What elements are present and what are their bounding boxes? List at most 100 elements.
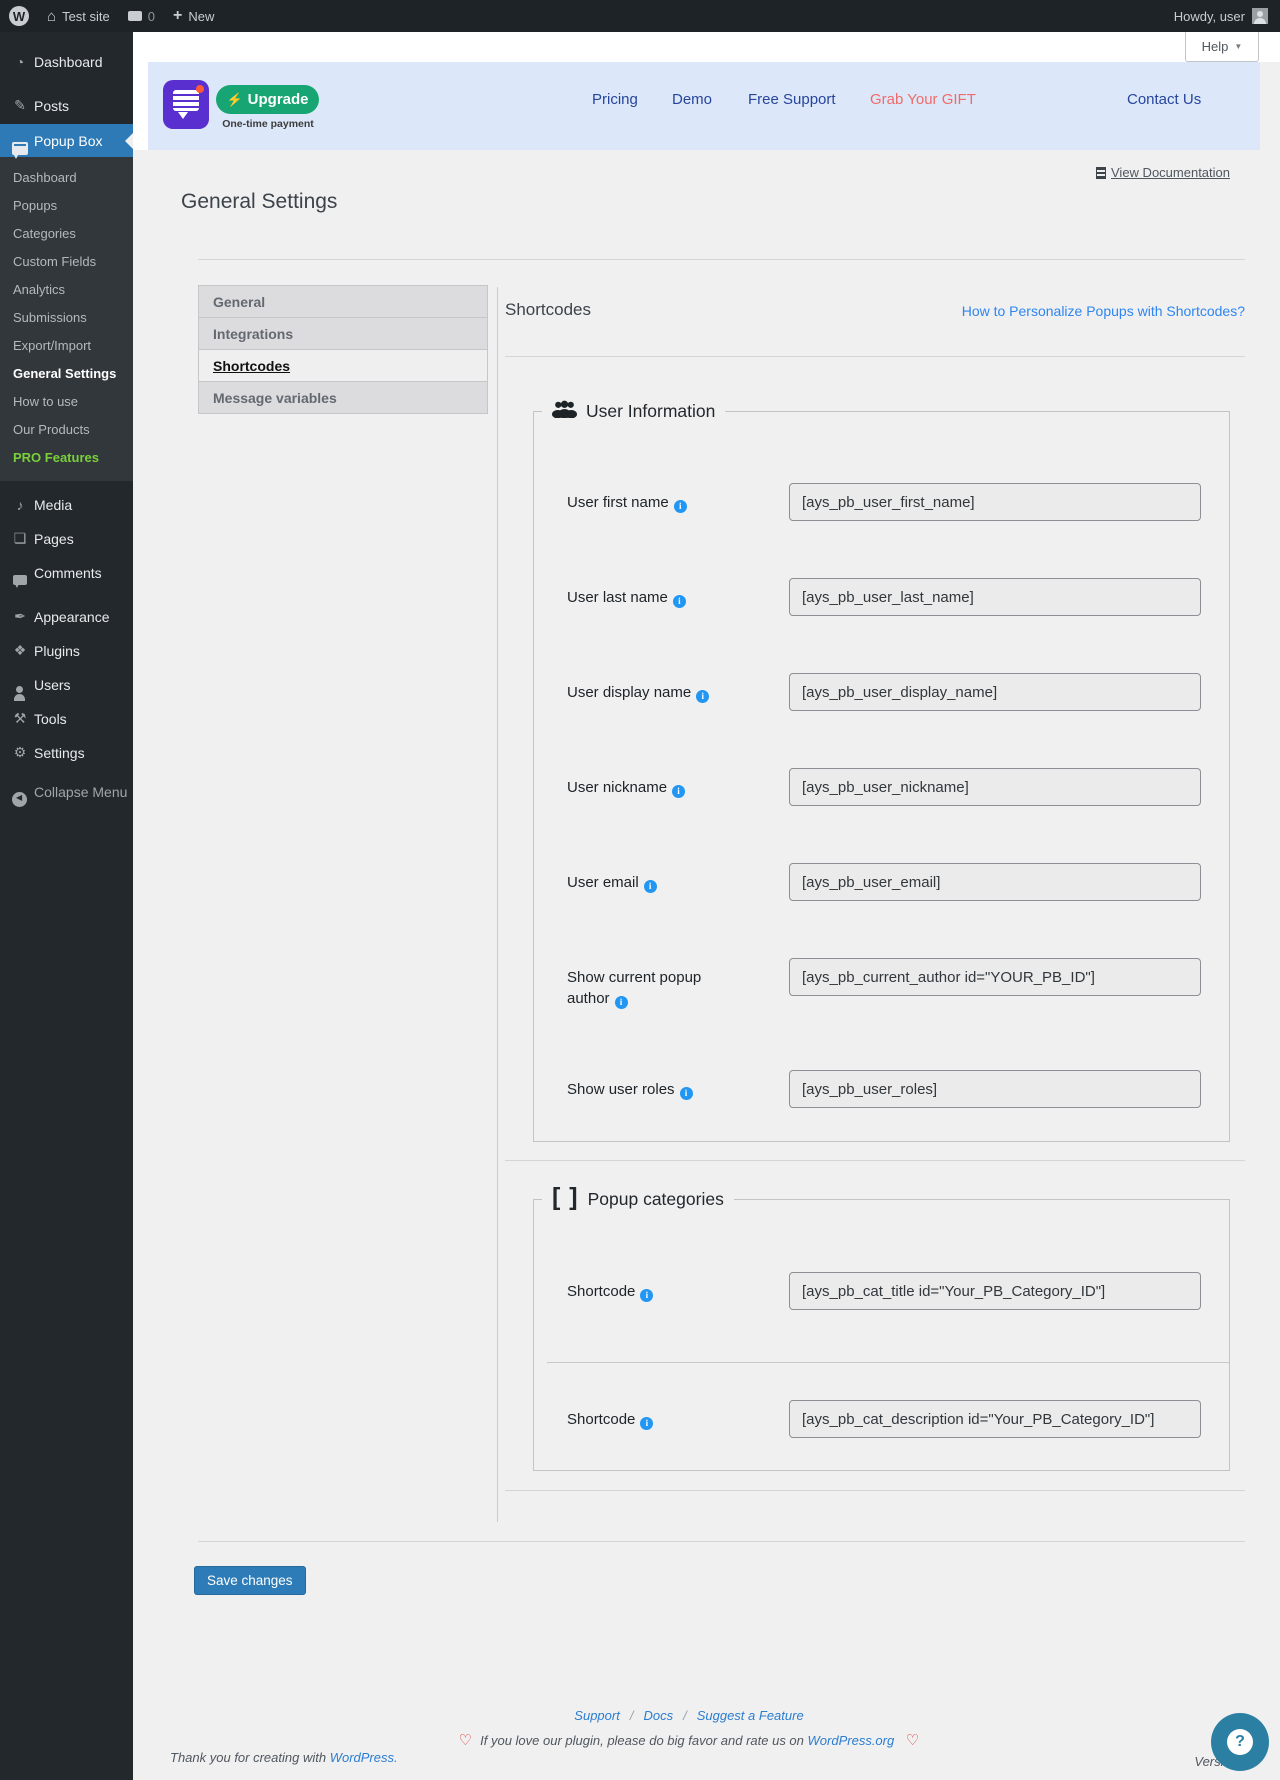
section-divider [505,1160,1245,1161]
panel-divider [497,287,498,1522]
sidebar-item-dashboard[interactable]: ◔Dashboard [0,46,133,77]
shortcode-row: Show current popup authori [534,958,1229,998]
shortcode-input[interactable] [789,1400,1201,1438]
submenu-item-export-import[interactable]: Export/Import [0,332,133,360]
tab-general[interactable]: General [198,285,488,318]
user-avatar[interactable] [1252,8,1268,24]
settings-icon: ⚙ [10,744,30,761]
nav-link-contact-us[interactable]: Contact Us [1127,91,1201,108]
info-icon[interactable]: i [640,1417,653,1430]
footer-link-docs[interactable]: Docs [643,1708,673,1723]
submenu-item-how-to-use[interactable]: How to use [0,388,133,416]
info-icon[interactable]: i [680,1087,693,1100]
dashboard-icon: ◔ [10,54,30,70]
shortcodes-help-link[interactable]: How to Personalize Popups with Shortcode… [962,303,1245,319]
shortcode-row: User display namei [534,673,1229,713]
info-icon[interactable]: i [644,880,657,893]
tab-integrations[interactable]: Integrations [198,317,488,350]
info-icon[interactable]: i [640,1289,653,1302]
sidebar-item-plugins[interactable]: ❖Plugins [0,635,133,666]
field-label: Show user rolesi [567,1079,737,1100]
top-white-strip [133,32,1280,62]
shortcode-input[interactable] [789,483,1201,521]
help-label: Help [1202,39,1229,54]
footer-link-support[interactable]: Support [574,1708,620,1723]
submenu-item-our-products[interactable]: Our Products [0,416,133,444]
nav-link-grab-your-gift[interactable]: Grab Your GIFT [870,91,976,108]
info-icon[interactable]: i [674,500,687,513]
submenu-item-custom-fields[interactable]: Custom Fields [0,248,133,276]
view-documentation-link[interactable]: View Documentation [1096,165,1230,180]
comments-count: 0 [148,9,155,24]
submenu-item-general-settings[interactable]: General Settings [0,360,133,388]
field-label: User nicknamei [567,777,737,798]
tab-label: Shortcodes [213,358,290,374]
sidebar-item-popup-box[interactable]: Popup Box [0,124,133,157]
tab-shortcodes[interactable]: Shortcodes [198,349,488,382]
sidebar-item-media[interactable]: ♪Media [0,489,133,520]
field-label: Shortcodei [567,1409,737,1430]
field-label: User emaili [567,872,737,893]
section-user-information: User InformationUser first nameiUser las… [533,400,1230,1142]
sidebar-item-tools[interactable]: ⚒Tools [0,703,133,734]
sidebar-item-pages[interactable]: ❏Pages [0,523,133,554]
upgrade-button[interactable]: ⚡ Upgrade [216,85,319,114]
shortcode-input[interactable] [789,958,1201,996]
heart-icon: ♡ [906,1732,919,1749]
comments-admin-link[interactable]: 0 [119,0,164,32]
submenu-item-dashboard[interactable]: Dashboard [0,164,133,192]
sidebar-item-label: Collapse Menu [34,784,127,800]
new-content-menu[interactable]: + New [164,0,223,32]
section-legend: [ ]Popup categories [542,1188,734,1210]
info-icon[interactable]: i [696,690,709,703]
site-name-link[interactable]: ⌂ Test site [38,0,119,32]
shortcode-row: Shortcodei [534,1400,1229,1440]
shortcode-input[interactable] [789,578,1201,616]
sidebar-item-posts[interactable]: ✎Posts [0,90,133,121]
popup-box-submenu: DashboardPopupsCategoriesCustom FieldsAn… [0,157,133,481]
shortcode-input[interactable] [789,768,1201,806]
shortcode-input[interactable] [789,673,1201,711]
footer-separator: / [630,1708,634,1723]
site-name-label: Test site [62,9,110,24]
sidebar-item-collapse-menu[interactable]: Collapse Menu [0,776,133,807]
submenu-item-popups[interactable]: Popups [0,192,133,220]
nav-link-demo[interactable]: Demo [672,91,712,108]
section-popup-categories: [ ]Popup categoriesShortcodeiShortcodei [533,1188,1230,1471]
help-bubble-button[interactable]: ? [1211,1713,1269,1771]
info-icon[interactable]: i [673,595,686,608]
howdy-user-menu[interactable]: Howdy, user [1174,0,1245,32]
row-divider [547,1362,1229,1363]
shortcode-input[interactable] [789,863,1201,901]
sidebar-item-users[interactable]: Users [0,669,133,700]
shortcode-input[interactable] [789,1272,1201,1310]
nav-link-pricing[interactable]: Pricing [592,91,638,108]
lightning-icon: ⚡ [226,92,242,108]
submenu-item-analytics[interactable]: Analytics [0,276,133,304]
submenu-item-pro-features[interactable]: PRO Features [0,444,133,472]
info-icon[interactable]: i [672,785,685,798]
nav-link-free-support[interactable]: Free Support [748,91,836,108]
save-changes-button[interactable]: Save changes [194,1566,306,1595]
tab-message-variables[interactable]: Message variables [198,381,488,414]
submenu-item-submissions[interactable]: Submissions [0,304,133,332]
sidebar-item-appearance[interactable]: ✒Appearance [0,601,133,632]
shortcode-row: User first namei [534,483,1229,523]
shortcode-input[interactable] [789,1070,1201,1108]
pages-icon: ❏ [10,530,30,547]
sidebar-item-label: Settings [34,745,85,761]
sidebar-item-label: Plugins [34,643,80,659]
sidebar-item-label: Users [34,677,71,693]
tab-label: General [213,294,265,310]
brackets-icon: [ ] [552,1185,579,1210]
info-icon[interactable]: i [615,996,628,1009]
wp-logo-menu[interactable]: W [0,0,38,32]
sidebar-item-comments[interactable]: Comments [0,557,133,588]
wordpress-org-link[interactable]: WordPress.org [808,1733,895,1748]
submenu-item-categories[interactable]: Categories [0,220,133,248]
plugins-icon: ❖ [10,642,30,659]
help-dropdown[interactable]: Help ▼ [1185,32,1259,62]
wordpress-link[interactable]: WordPress. [330,1750,398,1765]
sidebar-item-settings[interactable]: ⚙Settings [0,737,133,768]
footer-link-suggest-a-feature[interactable]: Suggest a Feature [697,1708,804,1723]
